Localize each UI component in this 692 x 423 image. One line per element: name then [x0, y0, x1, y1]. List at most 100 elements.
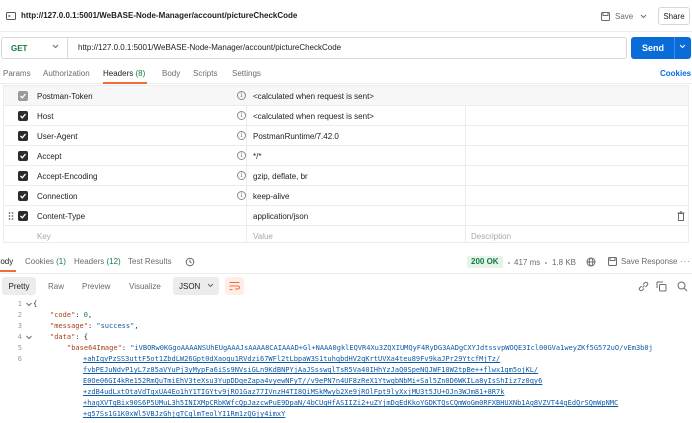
tab-authorization[interactable]: Authorization [43, 69, 90, 78]
save-label: Save [615, 11, 634, 21]
response-time[interactable]: 417 ms [514, 258, 540, 267]
format-raw[interactable]: Raw [48, 282, 64, 291]
header-key[interactable]: Content-Type [37, 212, 85, 221]
row-checkbox[interactable] [18, 211, 28, 221]
table-row: Postman-Token i <calculated when request… [4, 86, 688, 106]
line-number: 2 [17, 311, 22, 319]
save-button[interactable]: Save [601, 9, 647, 23]
more-options-icon[interactable]: ··· [680, 257, 691, 266]
key-placeholder[interactable]: Key [37, 232, 51, 241]
line-number: 4 [17, 333, 22, 341]
response-tab-headers[interactable]: Headers (12) [74, 257, 121, 266]
delete-icon[interactable] [677, 211, 685, 221]
check-icon [20, 113, 26, 119]
request-title[interactable]: http://127.0.0.1:5001/WeBASE-Node-Manage… [21, 11, 297, 20]
row-checkbox[interactable] [18, 191, 28, 201]
brace: { [33, 300, 38, 308]
tab-params[interactable]: Params [3, 69, 31, 78]
code-line: +zdB4udLxtOtaVdTqxUA4Eo1hY1TIGYtv9jRO1Ga… [83, 388, 505, 396]
method-select[interactable]: GET [2, 38, 68, 58]
header-value: <calculated when request is sent> [253, 112, 374, 121]
wrap-lines-button[interactable] [225, 277, 244, 295]
response-tab-cookies[interactable]: Cookies (1) [25, 257, 66, 266]
format-preview[interactable]: Preview [82, 282, 110, 291]
header-value[interactable]: application/json [253, 212, 308, 221]
code-line: E0Oe06GI4kRe152RmQuTmiEhV3teXsu3YupDDqeZ… [83, 377, 543, 385]
description-placeholder[interactable]: Description [471, 232, 511, 241]
chevron-down-icon[interactable] [679, 44, 686, 49]
row-checkbox[interactable] [18, 91, 28, 101]
globe-icon[interactable] [586, 257, 596, 267]
cookies-link[interactable]: Cookies [660, 69, 691, 78]
check-icon [20, 93, 26, 99]
fold-chevron-icon[interactable] [26, 302, 32, 307]
table-row: Accept-Encoding i gzip, deflate, br [4, 166, 688, 186]
status-badge[interactable]: 200 OK [467, 256, 503, 268]
info-icon[interactable]: i [237, 171, 246, 180]
drag-handle-icon[interactable] [8, 211, 14, 221]
fold-chevron-icon[interactable] [26, 335, 32, 340]
send-divider [674, 37, 675, 59]
table-row: Content-Type application/json [4, 206, 688, 226]
info-icon[interactable]: i [237, 151, 246, 160]
separator-dot [508, 262, 510, 264]
json-key: "code" [50, 311, 76, 319]
share-button[interactable]: Share [658, 7, 690, 25]
wrap-lines-icon [229, 282, 240, 290]
method-label: GET [11, 43, 28, 53]
json-number: 0 [83, 311, 88, 319]
code-line: fvbPEJuNdvP1yL7z85aVYuPj3yMypFa6iSs9NVsi… [83, 366, 539, 374]
tab-scripts[interactable]: Scripts [193, 69, 217, 78]
row-checkbox[interactable] [18, 171, 28, 181]
response-body[interactable]: 1 2 3 4 5 6 { "code": 0, "message": "suc… [0, 298, 692, 423]
header-value: <calculated when request is sent> [253, 92, 374, 101]
tab-settings[interactable]: Settings [232, 69, 261, 78]
title-bar: http://127.0.0.1:5001/WeBASE-Node-Manage… [0, 0, 692, 32]
search-icon[interactable] [677, 281, 688, 292]
info-icon[interactable]: i [237, 91, 246, 100]
tab-headers[interactable]: Headers (8) [103, 69, 145, 78]
chevron-down-icon[interactable] [640, 14, 647, 19]
code-line: "message": "success", [50, 322, 139, 330]
send-button[interactable]: Send [631, 37, 691, 59]
json-string: "success" [96, 322, 135, 330]
save-icon [608, 257, 617, 266]
json-key: "base64Image" [67, 344, 122, 352]
history-icon[interactable] [185, 257, 195, 267]
info-icon[interactable]: i [237, 111, 246, 120]
send-label: Send [642, 43, 665, 53]
format-visualize[interactable]: Visualize [129, 282, 161, 291]
table-row: Accept i */* [4, 146, 688, 166]
chevron-down-icon [207, 283, 214, 288]
response-tab-test-results[interactable]: Test Results [128, 257, 172, 266]
format-bar: Pretty Raw Preview Visualize JSON [0, 273, 692, 297]
url-input[interactable]: http://127.0.0.1:5001/WeBASE-Node-Manage… [78, 43, 341, 52]
header-value: PostmanRuntime/7.42.0 [253, 132, 339, 141]
separator-dot [545, 262, 547, 264]
format-type-select[interactable]: JSON [173, 277, 219, 295]
response-tab-headers-count: (12) [106, 257, 121, 266]
json-string: "iVBORw0KGgoAAAANSUhEUgAAAJsAAAA8CAIAAAD… [130, 344, 653, 352]
format-pretty[interactable]: Pretty [2, 277, 36, 295]
value-placeholder[interactable]: Value [253, 232, 273, 241]
chevron-down-icon [52, 44, 59, 49]
line-number: 3 [17, 322, 22, 330]
header-value: gzip, deflate, br [253, 172, 308, 181]
response-size[interactable]: 1.8 KB [552, 258, 576, 267]
row-checkbox[interactable] [18, 111, 28, 121]
code-line: "base64Image": "iVBORw0KGgoAAAANSUhEUgAA… [67, 344, 653, 352]
link-icon[interactable] [638, 281, 649, 292]
info-icon[interactable]: i [237, 131, 246, 140]
headers-table: Postman-Token i <calculated when request… [3, 85, 689, 243]
row-checkbox[interactable] [18, 131, 28, 141]
row-checkbox[interactable] [18, 151, 28, 161]
response-tab-body[interactable]: Body [0, 257, 13, 266]
tab-body[interactable]: Body [162, 69, 180, 78]
line-number: 5 [17, 344, 22, 352]
copy-icon[interactable] [656, 281, 667, 292]
info-icon[interactable]: i [237, 191, 246, 200]
save-response-button[interactable]: Save Response [608, 257, 677, 266]
line-number: 1 [17, 300, 22, 308]
response-bar: Body Cookies (1) Headers (12) Test Resul… [0, 252, 692, 272]
table-row-new: Key Value Description [4, 226, 688, 246]
